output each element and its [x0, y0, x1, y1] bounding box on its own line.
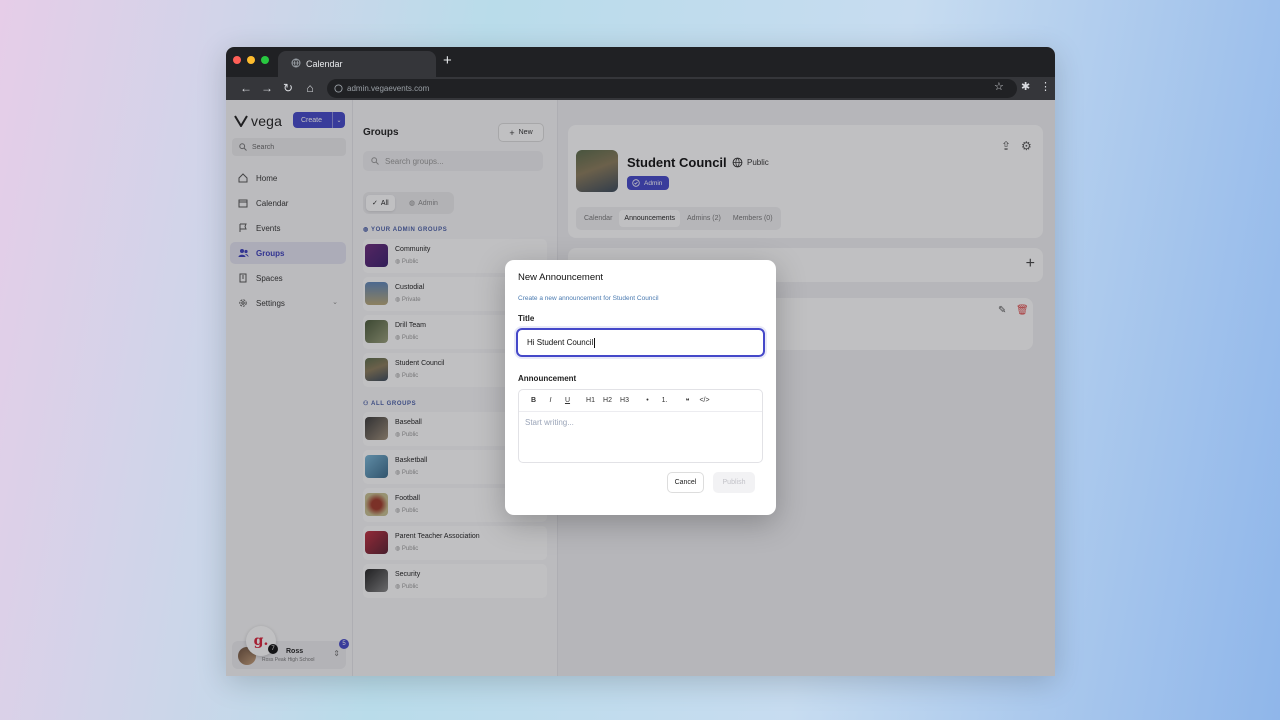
editor-placeholder: Start writing... [525, 418, 574, 427]
publish-button[interactable]: Publish [713, 472, 755, 493]
maximize-window-button[interactable] [261, 56, 269, 64]
announcement-editor[interactable]: B I U H1 H2 H3 • 1. ❝ </> Start writing.… [518, 389, 763, 463]
bookmark-star-icon[interactable]: ☆ [994, 80, 1004, 93]
tab-bar: Calendar + [226, 47, 1055, 77]
editor-toolbar: B I U H1 H2 H3 • 1. ❝ </> [519, 390, 762, 412]
forward-icon[interactable]: → [260, 81, 274, 95]
new-tab-button[interactable]: + [443, 53, 452, 69]
extensions-icon[interactable]: ✱ [1021, 80, 1030, 93]
announcement-label: Announcement [518, 374, 577, 383]
title-label: Title [518, 314, 535, 323]
url-field[interactable]: admin.vegaevents.com [327, 79, 1017, 98]
browser-menu-icon[interactable]: ⋮ [1040, 80, 1051, 93]
italic-button[interactable]: I [542, 397, 559, 404]
text-caret [594, 337, 596, 348]
cancel-button[interactable]: Cancel [667, 472, 704, 493]
address-bar-row: ← → ↻ ⌂ admin.vegaevents.com ☆ ✱ ⋮ [226, 77, 1055, 100]
heading1-button[interactable]: H1 [582, 397, 599, 404]
back-icon[interactable]: ← [239, 81, 253, 95]
quote-button[interactable]: ❝ [679, 397, 696, 405]
close-window-button[interactable] [233, 56, 241, 64]
site-info-icon [334, 84, 343, 93]
heading3-button[interactable]: H3 [616, 397, 633, 404]
globe-icon [291, 58, 301, 68]
url-text: admin.vegaevents.com [347, 84, 430, 93]
numbered-list-button[interactable]: 1. [656, 397, 673, 404]
new-announcement-dialog: New Announcement Create a new announceme… [505, 260, 776, 515]
tab-title: Calendar [306, 59, 343, 69]
bold-button[interactable]: B [525, 397, 542, 404]
heading2-button[interactable]: H2 [599, 397, 616, 404]
dialog-description: Create a new announcement for Student Co… [518, 295, 659, 302]
title-input-value: Hi Student Council [527, 338, 594, 347]
code-button[interactable]: </> [696, 397, 713, 404]
home-icon[interactable]: ⌂ [303, 81, 317, 95]
browser-tab[interactable]: Calendar [278, 51, 436, 77]
announcement-title-input[interactable]: Hi Student Council [516, 328, 765, 357]
minimize-window-button[interactable] [247, 56, 255, 64]
dialog-title: New Announcement [518, 272, 604, 283]
reload-icon[interactable]: ↻ [281, 81, 295, 95]
window-controls [233, 56, 269, 64]
underline-button[interactable]: U [559, 397, 576, 404]
bullet-list-button[interactable]: • [639, 397, 656, 404]
